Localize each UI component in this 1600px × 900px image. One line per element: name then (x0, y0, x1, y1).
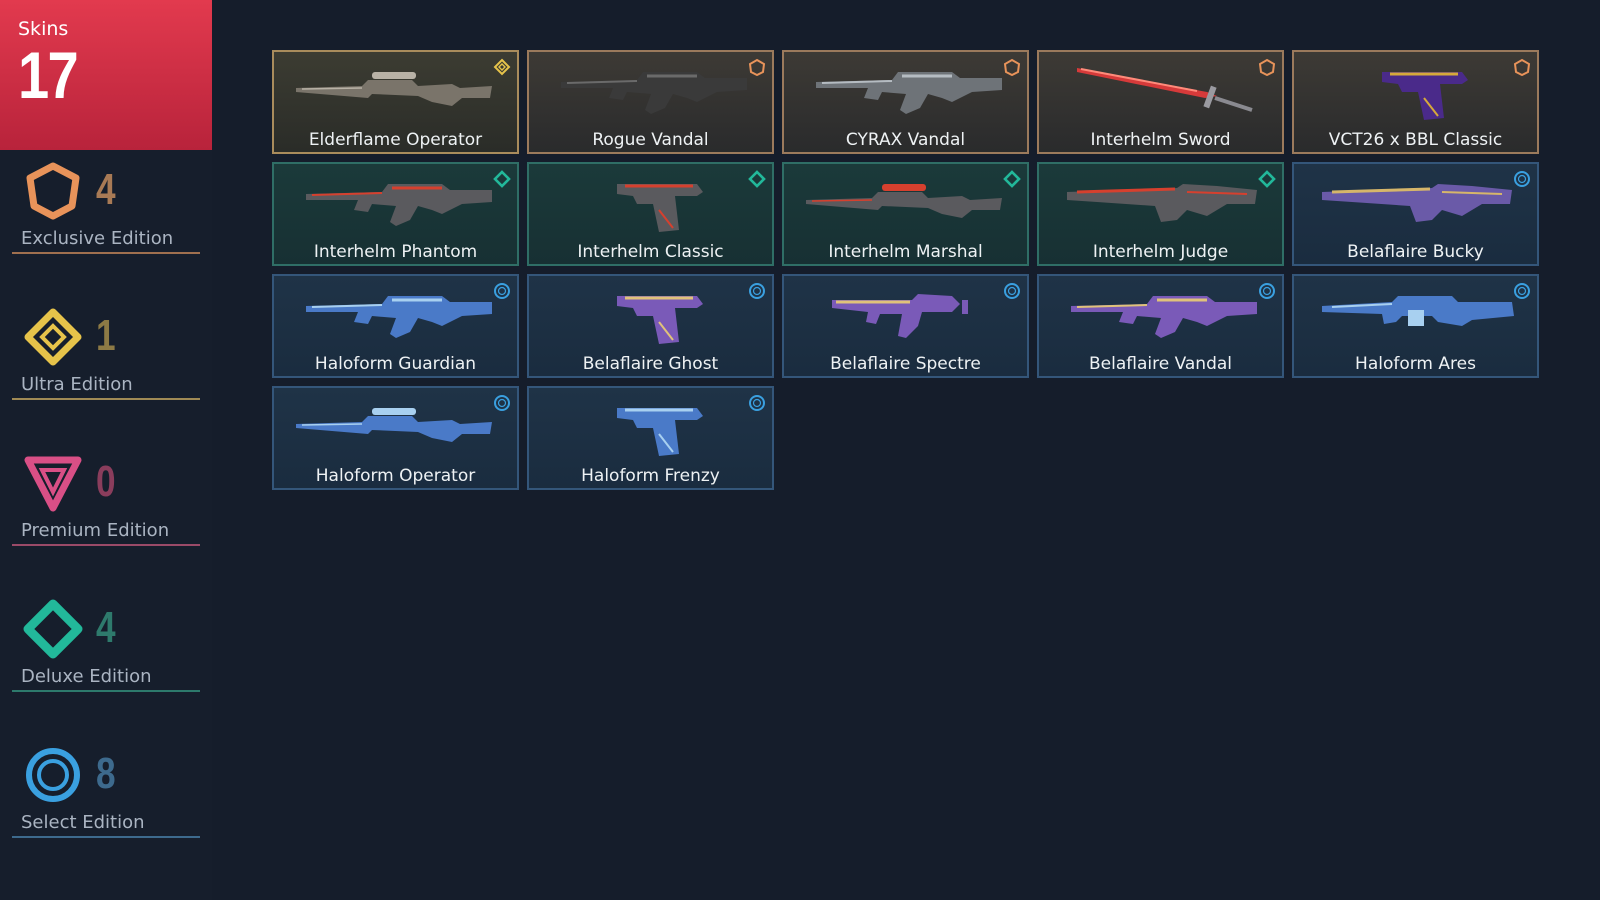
deluxe-edition-icon (493, 170, 511, 188)
tier-select[interactable]: 8 Select Edition (12, 744, 200, 840)
exclusive-edition-icon (1513, 58, 1531, 76)
ultra-edition-icon (24, 308, 82, 366)
tier-count: 4 (96, 603, 116, 652)
skins-total-count: 17 (18, 38, 79, 112)
deluxe-edition-icon (1258, 170, 1276, 188)
skin-name: Belaflaire Spectre (830, 354, 981, 374)
tier-exclusive[interactable]: 4 Exclusive Edition (12, 160, 200, 256)
skin-name: Interhelm Phantom (313, 242, 478, 262)
weapon-image (617, 184, 703, 232)
weapon-image (1071, 296, 1257, 338)
skin-name: Haloform Ares (1355, 354, 1476, 374)
deluxe-edition-icon (1003, 170, 1021, 188)
tier-name: Exclusive Edition (21, 228, 174, 249)
skin-card[interactable]: Haloform Ares (1292, 274, 1539, 378)
tier-count: 1 (96, 311, 116, 360)
weapon-image (1322, 184, 1512, 222)
skin-card[interactable]: Elderflame Operator (272, 50, 519, 154)
tier-count: 4 (96, 165, 116, 214)
skin-card[interactable]: Interhelm Phantom (272, 162, 519, 266)
skin-name: Interhelm Classic (577, 242, 724, 262)
skin-name: Belaflaire Bucky (1347, 242, 1484, 262)
skin-name: Haloform Operator (315, 466, 476, 486)
skin-card[interactable]: Haloform Guardian (272, 274, 519, 378)
tier-divider (12, 544, 200, 546)
skin-name: Belaflaire Ghost (582, 354, 719, 374)
weapon-image (1382, 72, 1468, 120)
skin-card[interactable]: Interhelm Judge (1037, 162, 1284, 266)
weapon-image (296, 408, 492, 442)
select-edition-icon (1004, 283, 1020, 299)
exclusive-edition-icon (748, 58, 766, 76)
skin-card[interactable]: CYRAX Vandal (782, 50, 1029, 154)
deluxe-edition-icon (23, 599, 83, 659)
ultra-edition-icon (493, 58, 511, 76)
select-edition-icon (26, 748, 80, 802)
weapon-image (561, 72, 747, 114)
tier-name: Premium Edition (21, 520, 170, 541)
weapon-image (816, 72, 1002, 114)
skin-card[interactable]: Belaflaire Bucky (1292, 162, 1539, 266)
weapon-image (296, 72, 492, 106)
tier-name: Ultra Edition (21, 374, 133, 395)
select-edition-icon (749, 283, 765, 299)
skin-card[interactable]: VCT26 x BBL Classic (1292, 50, 1539, 154)
skin-card[interactable]: Haloform Operator (272, 386, 519, 490)
select-edition-icon (494, 283, 510, 299)
select-edition-icon (749, 395, 765, 411)
weapon-image (832, 294, 968, 338)
weapon-image (1077, 68, 1253, 112)
weapon-image (1067, 184, 1257, 222)
exclusive-edition-icon (1003, 58, 1021, 76)
weapon-image (1322, 296, 1514, 326)
skins-count-panel: Skins 17 (0, 0, 212, 150)
skin-card[interactable]: Interhelm Sword (1037, 50, 1284, 154)
tier-count: 0 (96, 457, 116, 506)
sidebar: Skins 17 4 Exclusive Edition 1 Ultra Edi… (0, 0, 212, 900)
select-edition-icon (1514, 171, 1530, 187)
skin-card[interactable]: Interhelm Classic (527, 162, 774, 266)
skin-name: Interhelm Marshal (828, 242, 983, 262)
exclusive-edition-icon (26, 162, 80, 220)
tier-premium[interactable]: 0 Premium Edition (12, 452, 200, 548)
tier-divider (12, 252, 200, 254)
skin-card[interactable]: Belaflaire Ghost (527, 274, 774, 378)
tier-count: 8 (96, 749, 116, 798)
weapon-image (806, 184, 1002, 218)
select-edition-icon (1259, 283, 1275, 299)
skin-name: Interhelm Judge (1092, 242, 1229, 262)
exclusive-edition-icon (1258, 58, 1276, 76)
premium-edition-icon (24, 456, 82, 512)
skin-name: Interhelm Sword (1090, 130, 1231, 150)
weapon-image (617, 296, 703, 344)
weapon-image (617, 408, 703, 456)
select-edition-icon (494, 395, 510, 411)
select-edition-icon (1514, 283, 1530, 299)
skin-card[interactable]: Interhelm Marshal (782, 162, 1029, 266)
tier-name: Select Edition (21, 812, 145, 833)
skin-name: Elderflame Operator (308, 130, 483, 150)
skins-label: Skins (18, 18, 69, 40)
skin-name: Haloform Frenzy (581, 466, 720, 486)
skin-card[interactable]: Rogue Vandal (527, 50, 774, 154)
skin-name: VCT26 x BBL Classic (1328, 130, 1503, 150)
tier-name: Deluxe Edition (21, 666, 152, 687)
skin-card[interactable]: Haloform Frenzy (527, 386, 774, 490)
skin-name: Haloform Guardian (314, 354, 477, 374)
tier-divider (12, 398, 200, 400)
tier-ultra[interactable]: 1 Ultra Edition (12, 306, 200, 402)
tier-divider (12, 690, 200, 692)
skin-grid: Elderflame Operator Rogue Vandal CYRAX V… (272, 50, 1539, 490)
skin-card[interactable]: Belaflaire Spectre (782, 274, 1029, 378)
weapon-image (306, 296, 492, 338)
skin-name: Rogue Vandal (592, 130, 709, 150)
tier-divider (12, 836, 200, 838)
skin-card[interactable]: Belaflaire Vandal (1037, 274, 1284, 378)
skin-name: CYRAX Vandal (845, 130, 966, 150)
deluxe-edition-icon (748, 170, 766, 188)
tier-deluxe[interactable]: 4 Deluxe Edition (12, 598, 200, 694)
skin-name: Belaflaire Vandal (1088, 354, 1233, 374)
weapon-image (306, 184, 492, 226)
